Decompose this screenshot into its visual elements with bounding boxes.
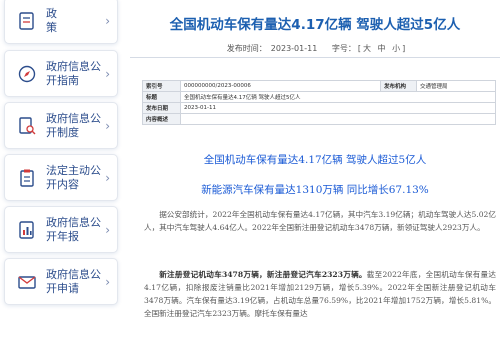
article-heading: 全国机动车保有量达4.17亿辆 驾驶人超过5亿人 <box>203 154 427 166</box>
paragraph: 新注册登记机动车3478万辆，新注册登记汽车2323万辆。截至2022年底，全国… <box>144 268 496 320</box>
document-search-icon <box>16 115 38 137</box>
chevron-right-icon: › <box>105 118 110 133</box>
table-row: 发布日期 2023-01-11 <box>142 102 496 114</box>
font-size-label: 字号： <box>331 44 356 53</box>
paragraph-lead: 新注册登记机动车3478万辆，新注册登记汽车2323万辆。 <box>159 270 367 279</box>
sidebar-item-application[interactable]: 政府信息公开申请 › <box>4 258 118 305</box>
title-label: 标题 <box>142 91 181 103</box>
chevron-right-icon: › <box>105 13 110 28</box>
chevron-right-icon: › <box>105 274 110 289</box>
divider <box>130 57 500 58</box>
sidebar-item-annual-report[interactable]: 政府信息公开年报 › <box>4 206 118 253</box>
article-meta: 发布时间： 2023-01-11 字号：[大 中 小] <box>226 44 406 53</box>
table-row: 索引号 000000000/2023-00006 发布机构 交通管理局 <box>142 80 496 92</box>
summary-value <box>180 113 496 125</box>
chevron-right-icon: › <box>105 222 110 237</box>
paragraph: 据公安部统计，2022年全国机动车保有量达4.17亿辆，其中汽车3.19亿辆；机… <box>144 210 496 232</box>
sidebar-item-statutory-content[interactable]: 法定主动公开内容 › <box>4 154 118 201</box>
info-table: 索引号 000000000/2023-00006 发布机构 交通管理局 标题 全… <box>142 80 496 125</box>
index-label: 索引号 <box>142 80 181 92</box>
sidebar-item-label: 政 策 <box>46 6 86 34</box>
publisher-label: 发布机构 <box>380 80 417 92</box>
sidebar-item-policy[interactable]: 政 策 › <box>4 0 118 44</box>
publisher-value: 交通管理局 <box>416 80 496 92</box>
sidebar-item-label: 政府信息公开年报 <box>46 215 101 243</box>
chevron-right-icon: › <box>105 170 110 185</box>
sidebar-item-system[interactable]: 政府信息公开制度 › <box>4 102 118 149</box>
index-value: 000000000/2023-00006 <box>180 80 381 92</box>
sidebar-item-guide[interactable]: 政府信息公开指南 › <box>4 50 118 97</box>
sidebar-item-label: 政府信息公开指南 <box>46 59 101 87</box>
font-size-large[interactable]: 大 <box>363 44 371 53</box>
sidebar-item-label: 政府信息公开申请 <box>46 267 101 295</box>
article-main: 全国机动车保有量达4.17亿辆 驾驶人超过5亿人 发布时间： 2023-01-11… <box>130 0 500 340</box>
page-title: 全国机动车保有量达4.17亿辆 驾驶人超过5亿人 <box>169 17 461 33</box>
date-label: 发布时间： <box>226 44 267 53</box>
table-row: 内容概述 <box>142 113 496 125</box>
publish-date: 2023-01-11 <box>270 44 318 53</box>
envelope-icon <box>16 271 38 293</box>
font-size-small[interactable]: 小 <box>392 44 400 53</box>
table-row: 标题 全国机动车保有量达4.17亿辆 驾驶人超过5亿人 <box>142 91 496 103</box>
policy-icon <box>16 10 38 32</box>
report-icon <box>16 219 38 241</box>
summary-label: 内容概述 <box>142 113 181 125</box>
clipboard-icon <box>16 167 38 189</box>
compass-icon <box>16 63 38 85</box>
sidebar-item-label: 法定主动公开内容 <box>46 163 101 191</box>
sidebar-item-label: 政府信息公开制度 <box>46 111 101 139</box>
date-label-cell: 发布日期 <box>142 102 181 114</box>
date-value: 2023-01-11 <box>180 102 496 114</box>
font-size-medium[interactable]: 中 <box>378 44 386 53</box>
article-subheading: 新能源汽车保有量达1310万辆 同比增长67.13% <box>201 184 429 196</box>
sidebar-nav: 政 策 › 政府信息公开指南 › 政府信息公开制度 › 法定主动公开内容 › 政… <box>0 0 124 340</box>
title-value: 全国机动车保有量达4.17亿辆 驾驶人超过5亿人 <box>180 91 496 103</box>
chevron-right-icon: › <box>105 66 110 81</box>
